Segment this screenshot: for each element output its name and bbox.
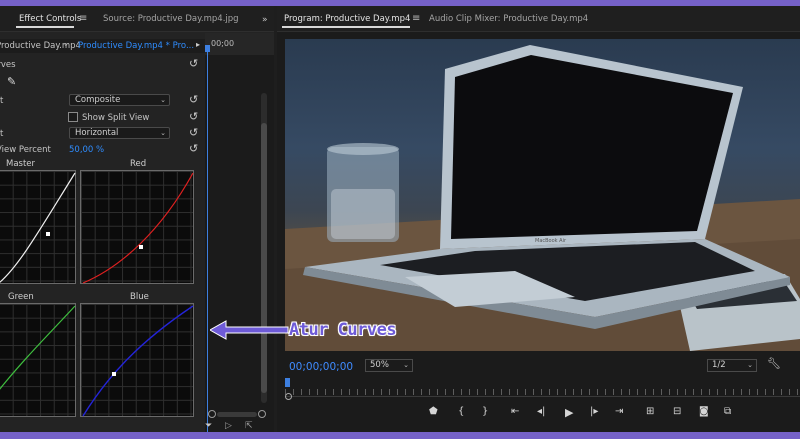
- program-video-frame[interactable]: MacBook Air: [285, 39, 800, 351]
- step-back-icon[interactable]: ◂|: [537, 406, 545, 417]
- blue-curve-line: [82, 305, 194, 417]
- chevron-down-icon[interactable]: ⌄: [63, 40, 69, 48]
- mini-playhead-line: [207, 47, 208, 432]
- laptop-brand-text: MacBook Air: [535, 238, 567, 244]
- vertical-scrollbar-thumb[interactable]: [261, 123, 267, 393]
- go-to-out-icon[interactable]: ⇥: [615, 406, 623, 417]
- program-playhead[interactable]: [285, 378, 290, 387]
- clip-selector-row: Productive Day.mp4 ⌄ Productive Day.mp4 …: [0, 39, 205, 53]
- annotation-arrow: [210, 320, 289, 340]
- show-split-label: Show Split View: [82, 113, 150, 123]
- mark-out-icon[interactable]: }: [482, 406, 488, 417]
- red-curve-graph[interactable]: [80, 170, 194, 284]
- active-tab-underline: [16, 26, 74, 28]
- play-triangle-icon[interactable]: ▸: [196, 40, 200, 49]
- eyedropper-icon[interactable]: ✎: [7, 75, 16, 88]
- zoom-level-dropdown[interactable]: 50% ⌄: [365, 359, 413, 372]
- display-dropdown-value: Composite: [75, 95, 121, 105]
- mini-time-ruler[interactable]: 00;00: [205, 33, 274, 55]
- resolution-value: 1/2: [712, 360, 726, 370]
- extract-icon[interactable]: ⊟: [673, 406, 681, 417]
- lift-icon[interactable]: ⊞: [646, 406, 654, 417]
- target-clip-name[interactable]: Productive Day.mp4 * Pro...: [78, 41, 194, 51]
- panel-menu-icon[interactable]: ≡: [79, 13, 87, 24]
- play-icon[interactable]: ▶: [565, 406, 573, 419]
- blue-curve-label: Blue: [130, 292, 149, 302]
- effect-header-row: Curves ↺: [0, 57, 205, 71]
- mark-in-icon[interactable]: {: [458, 406, 464, 417]
- effect-controls-body: Productive Day.mp4 ⌄ Productive Day.mp4 …: [0, 33, 205, 432]
- red-curve-line: [82, 172, 194, 284]
- left-tabbar: Effect Controls ≡ Source: Productive Day…: [0, 6, 274, 32]
- show-split-checkbox[interactable]: [68, 112, 78, 122]
- tab-effect-controls[interactable]: Effect Controls: [19, 14, 81, 24]
- effect-controls-panel: Effect Controls ≡ Source: Productive Day…: [0, 6, 274, 432]
- split-percent-value[interactable]: 50,00 %: [69, 145, 104, 155]
- panel-menu-icon[interactable]: ≡: [412, 13, 420, 24]
- reset-icon[interactable]: ↺: [189, 57, 198, 70]
- effect-name[interactable]: Curves: [0, 60, 16, 70]
- comparison-view-icon[interactable]: ⧉: [724, 406, 731, 417]
- play-audio-icon[interactable]: ▷: [225, 421, 232, 431]
- master-curve-point[interactable]: [46, 232, 50, 236]
- layout-dropdown-value: Horizontal: [75, 128, 119, 138]
- program-timecode[interactable]: 00;00;00;00: [289, 361, 353, 373]
- zoom-handle-left[interactable]: [208, 410, 216, 418]
- program-time-ruler[interactable]: [285, 379, 800, 397]
- green-curve-graph[interactable]: [0, 303, 76, 417]
- filter-icon[interactable]: ⏷: [205, 421, 212, 431]
- layout-row: t Horizontal ⌄ ↺: [0, 126, 205, 141]
- tab-source[interactable]: Source: Productive Day.mp4.jpg: [103, 14, 239, 24]
- red-curve-point[interactable]: [139, 245, 143, 249]
- annotation-text: Atur Curves: [289, 320, 397, 340]
- ruler-baseline: [285, 396, 800, 397]
- tab-program[interactable]: Program: Productive Day.mp4: [284, 14, 410, 24]
- blue-curve-point[interactable]: [112, 372, 116, 376]
- go-to-in-icon[interactable]: ⇤: [511, 406, 519, 417]
- layout-dropdown[interactable]: Horizontal ⌄: [69, 127, 170, 139]
- active-tab-underline: [282, 26, 410, 28]
- tab-audio-clip-mixer[interactable]: Audio Clip Mixer: Productive Day.mp4: [429, 14, 588, 24]
- chevron-down-icon: ⌄: [403, 361, 409, 369]
- laptop-scene-image: MacBook Air: [285, 45, 800, 351]
- horizontal-scrollbar[interactable]: [217, 412, 257, 417]
- split-percent-label: View Percent: [0, 145, 51, 155]
- chevron-down-icon: ⌄: [160, 129, 166, 137]
- red-curve-label: Red: [130, 159, 147, 169]
- right-tabbar: Program: Productive Day.mp4 ≡ Audio Clip…: [277, 6, 800, 32]
- wrench-icon[interactable]: 🔧︎: [767, 357, 781, 370]
- zoom-handle-right[interactable]: [258, 410, 266, 418]
- chevron-down-icon: ⌄: [160, 96, 166, 104]
- blue-curve-graph[interactable]: [80, 303, 194, 417]
- step-forward-icon[interactable]: |▸: [590, 406, 598, 417]
- program-zoom-handle[interactable]: [285, 393, 292, 400]
- display-row: t Composite ⌄ ↺: [0, 93, 205, 108]
- mini-timecode: 00;00: [211, 39, 235, 48]
- layout-label: t: [0, 129, 4, 139]
- split-percent-row: View Percent 50,00 % ↺: [0, 142, 205, 157]
- master-curve-graph[interactable]: [0, 170, 76, 284]
- program-monitor-panel: Program: Productive Day.mp4 ≡ Audio Clip…: [277, 6, 800, 432]
- reset-icon[interactable]: ↺: [189, 110, 198, 123]
- zoom-level-value: 50%: [370, 360, 389, 370]
- green-curve-label: Green: [8, 292, 34, 302]
- reset-icon[interactable]: ↺: [189, 93, 198, 106]
- eyedropper-row: ✎: [0, 75, 205, 90]
- effect-controls-timeline: 00;00 ⏷ ▷ ⇱: [205, 33, 274, 432]
- reset-icon[interactable]: ↺: [189, 126, 198, 139]
- export-frame-icon[interactable]: ◙: [699, 406, 709, 417]
- display-label: t: [0, 96, 4, 106]
- green-curve-line: [0, 305, 76, 390]
- show-split-row: Show Split View ↺: [0, 110, 205, 125]
- expand-panels-icon[interactable]: »: [262, 15, 268, 25]
- display-dropdown[interactable]: Composite ⌄: [69, 94, 170, 106]
- playback-resolution-dropdown[interactable]: 1/2 ⌄: [707, 359, 757, 372]
- premiere-window: Effect Controls ≡ Source: Productive Day…: [0, 6, 800, 432]
- reset-icon[interactable]: ↺: [189, 142, 198, 155]
- export-icon[interactable]: ⇱: [245, 421, 253, 431]
- add-marker-icon[interactable]: ⬟: [429, 406, 438, 417]
- master-curve-label: Master: [6, 159, 36, 169]
- master-curve-line: [0, 172, 76, 283]
- chevron-down-icon: ⌄: [747, 361, 753, 369]
